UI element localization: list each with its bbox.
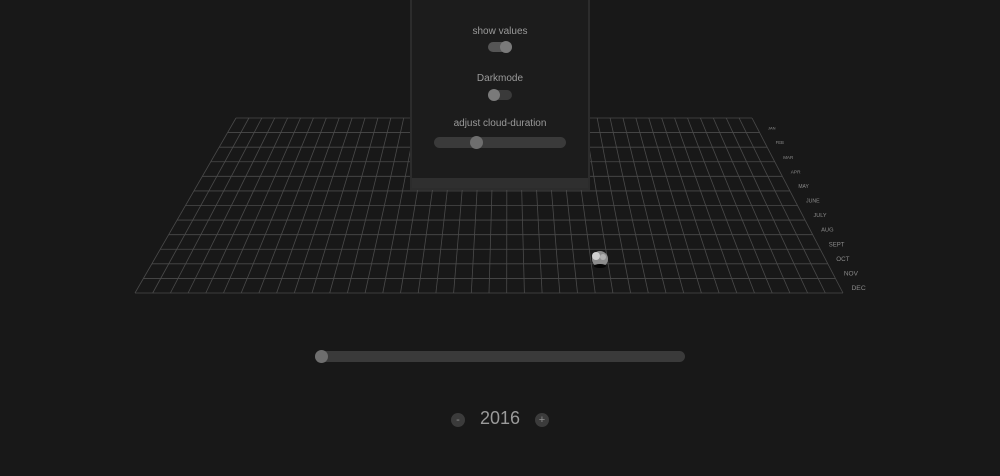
month-label: MAY: [798, 184, 809, 190]
panel-footer: [412, 178, 588, 188]
decrement-year-button[interactable]: -: [451, 413, 465, 427]
show-values-label: show values: [472, 26, 528, 37]
toggle-knob: [500, 41, 512, 53]
year-slider[interactable]: [315, 350, 685, 363]
month-label: MAR: [783, 155, 794, 160]
month-label: NOV: [844, 270, 859, 277]
month-label: APR: [791, 169, 801, 175]
toggle-knob: [488, 89, 500, 101]
slider-thumb[interactable]: [469, 136, 483, 149]
increment-year-button[interactable]: +: [535, 413, 549, 427]
month-label: SEPT: [829, 242, 845, 248]
year-stepper: - 2016 +: [430, 406, 570, 434]
year-display: 2016: [479, 408, 521, 428]
cloud-duration-slider[interactable]: [434, 136, 566, 149]
month-label: FEB: [776, 140, 784, 145]
slider-thumb[interactable]: [315, 350, 328, 363]
settings-panel: show values Darkmode adjust cloud-durati…: [410, 0, 590, 190]
month-labels: JAN FEB MAR APR MAY JUNE JULY AUG SEPT OCT NOV DEC: [768, 126, 866, 292]
darkmode-toggle[interactable]: [488, 89, 512, 101]
month-label: JUNE: [806, 199, 820, 205]
month-label: OCT: [836, 256, 849, 263]
cloud-duration-label: adjust cloud-duration: [453, 118, 547, 129]
darkmode-label: Darkmode: [476, 73, 524, 84]
month-label: JULY: [814, 213, 827, 219]
month-label: JAN: [768, 126, 776, 131]
month-label: AUG: [821, 228, 834, 234]
month-label: DEC: [851, 285, 865, 292]
cloud-icon[interactable]: [592, 251, 608, 268]
show-values-toggle[interactable]: [488, 41, 512, 53]
